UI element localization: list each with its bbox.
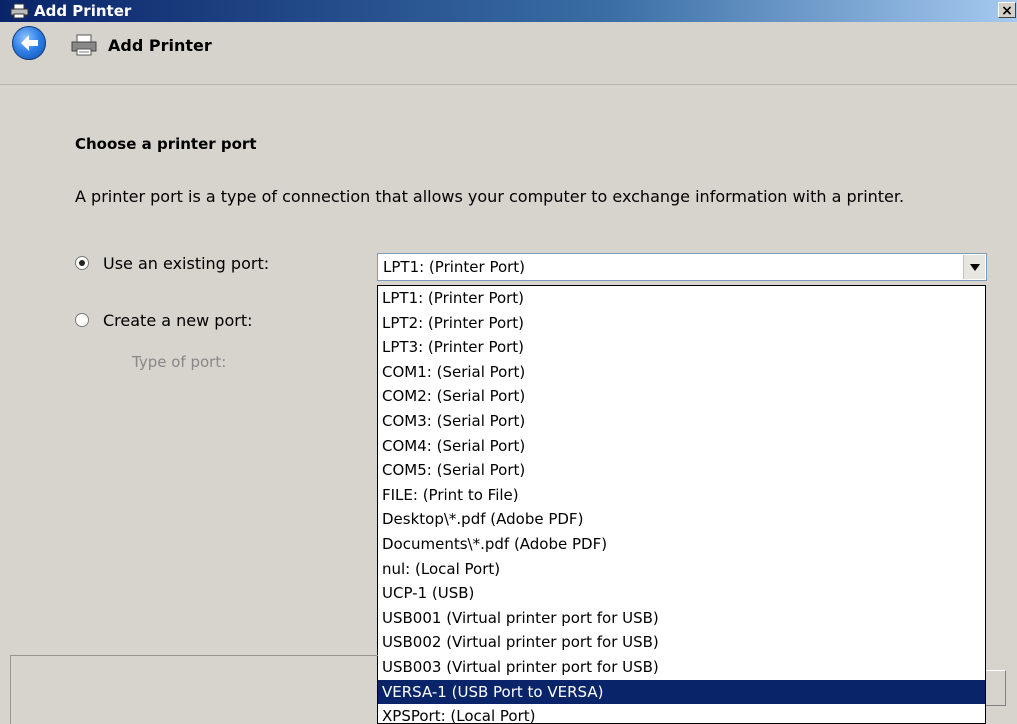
port-option[interactable]: COM2: (Serial Port) xyxy=(378,384,985,409)
chevron-down-icon[interactable] xyxy=(963,255,985,279)
footer-divider-vertical xyxy=(10,655,11,724)
wizard-header: Add Printer xyxy=(0,22,1017,85)
existing-port-label: Use an existing port: xyxy=(103,254,270,273)
title-bar: Add Printer × xyxy=(0,0,1017,22)
port-option[interactable]: XPSPort: (Local Port) xyxy=(378,704,985,723)
port-option[interactable]: VERSA-1 (USB Port to VERSA) xyxy=(378,679,985,705)
new-port-label: Create a new port: xyxy=(103,311,253,330)
page-title: Add Printer xyxy=(108,36,212,55)
port-option[interactable]: COM3: (Serial Port) xyxy=(378,409,985,434)
section-title: Choose a printer port xyxy=(75,135,257,153)
port-option[interactable]: UCP-1 (USB) xyxy=(378,581,985,606)
printer-icon xyxy=(10,3,29,19)
footer-button[interactable] xyxy=(986,670,1006,706)
close-button[interactable]: × xyxy=(998,2,1016,19)
port-option[interactable]: USB003 (Virtual printer port for USB) xyxy=(378,655,985,680)
existing-port-radio[interactable] xyxy=(75,256,89,270)
back-button[interactable] xyxy=(12,26,46,60)
printer-icon xyxy=(71,34,97,56)
port-option[interactable]: COM5: (Serial Port) xyxy=(378,458,985,483)
port-option[interactable]: USB002 (Virtual printer port for USB) xyxy=(378,630,985,655)
existing-port-select[interactable]: LPT1: (Printer Port) xyxy=(377,253,987,281)
footer-divider xyxy=(10,655,378,656)
window-title: Add Printer xyxy=(34,2,132,20)
port-option[interactable]: Documents\*.pdf (Adobe PDF) xyxy=(378,532,985,557)
existing-port-select-value: LPT1: (Printer Port) xyxy=(383,258,526,276)
port-option[interactable]: COM4: (Serial Port) xyxy=(378,434,985,459)
description-text: A printer port is a type of connection t… xyxy=(75,187,905,206)
port-dropdown-list[interactable]: LPT1: (Printer Port) LPT2: (Printer Port)… xyxy=(377,285,986,724)
new-port-radio[interactable] xyxy=(75,313,89,327)
port-option[interactable]: Desktop\*.pdf (Adobe PDF) xyxy=(378,507,985,532)
port-option[interactable]: COM1: (Serial Port) xyxy=(378,360,985,385)
port-option[interactable]: FILE: (Print to File) xyxy=(378,483,985,508)
type-of-port-label: Type of port: xyxy=(132,353,227,371)
port-option[interactable]: LPT1: (Printer Port) xyxy=(378,286,985,311)
port-option[interactable]: USB001 (Virtual printer port for USB) xyxy=(378,606,985,631)
port-option[interactable]: LPT2: (Printer Port) xyxy=(378,311,985,336)
port-option[interactable]: LPT3: (Printer Port) xyxy=(378,335,985,360)
port-option[interactable]: nul: (Local Port) xyxy=(378,557,985,582)
back-arrow-icon xyxy=(21,35,38,51)
